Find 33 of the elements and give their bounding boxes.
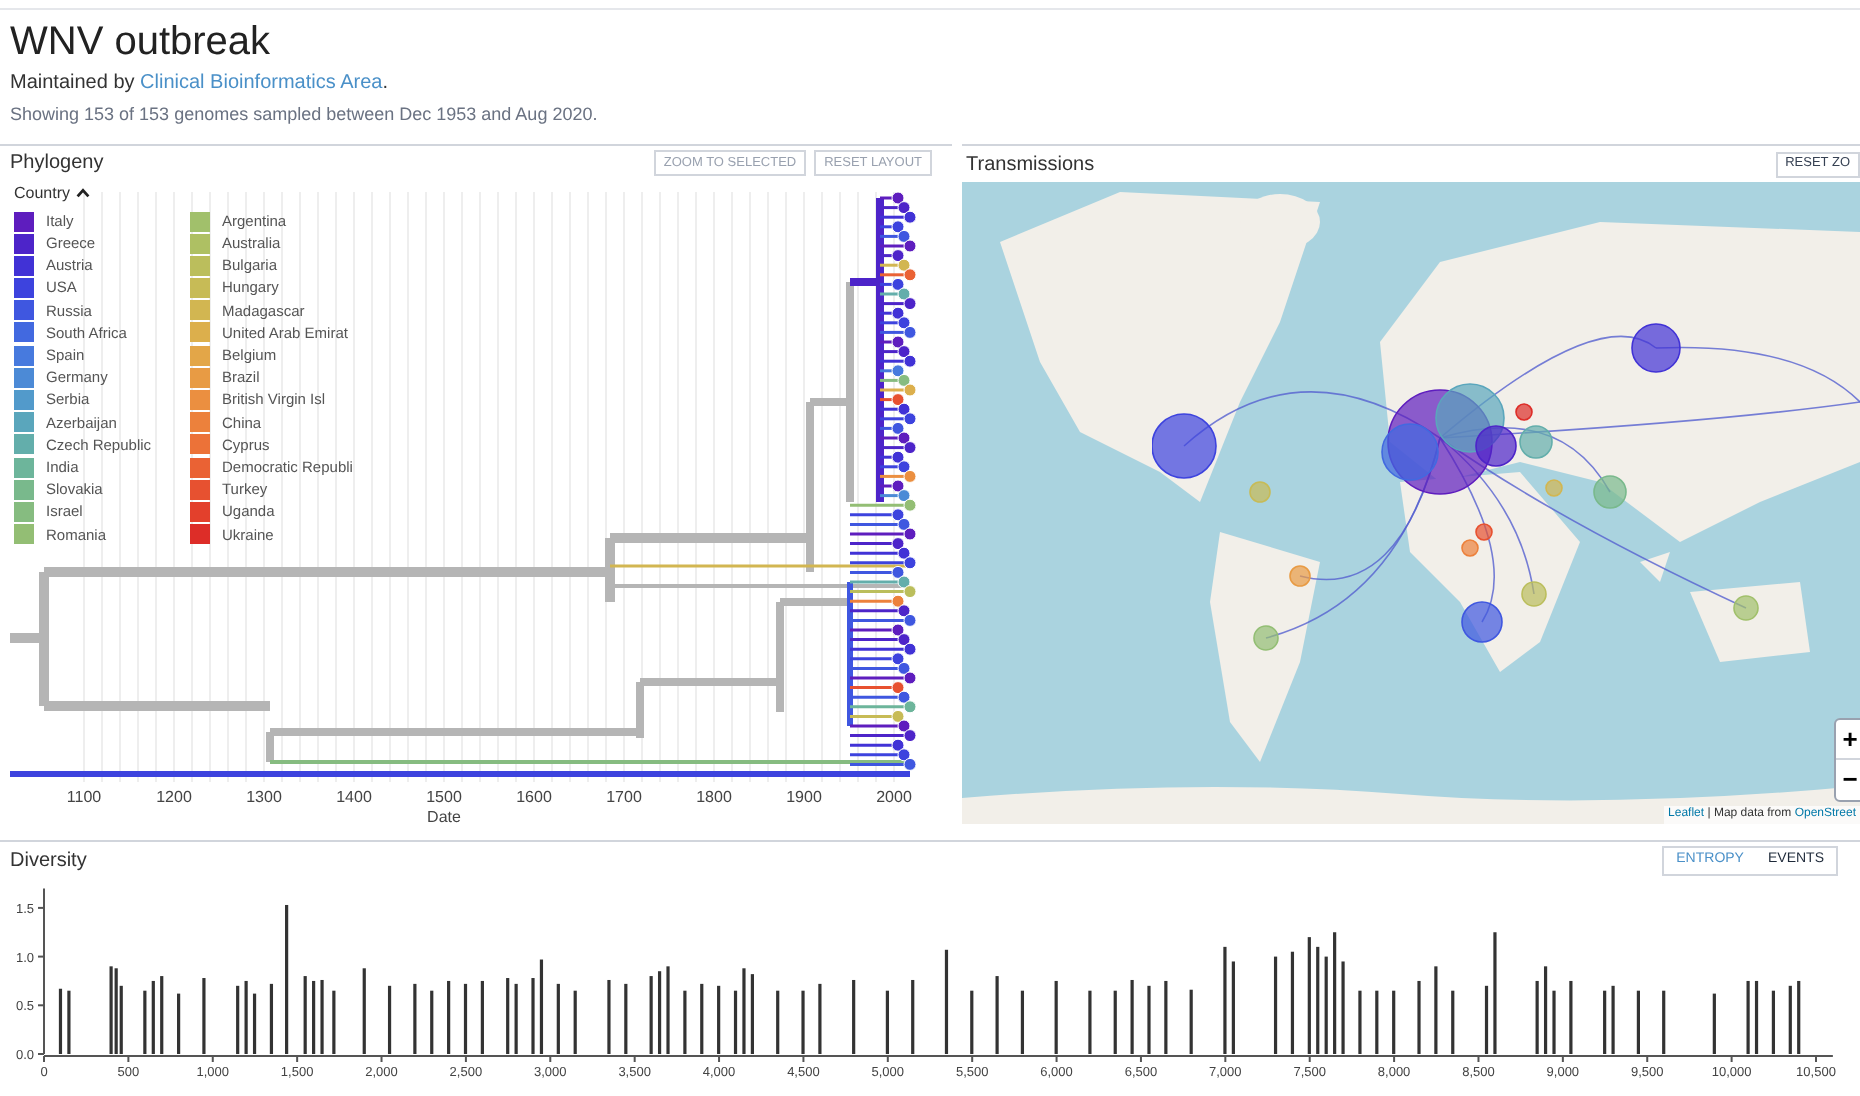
tick-label: 1800 (696, 787, 732, 806)
zoom-in-button[interactable]: + (1836, 720, 1860, 760)
entropy-bar[interactable] (387, 985, 392, 1054)
entropy-bar[interactable] (58, 988, 63, 1054)
panel-title: Phylogeny (10, 150, 104, 179)
tick-label: 2000 (876, 787, 912, 806)
entropy-bar[interactable] (1484, 985, 1489, 1054)
tick-label: 1700 (606, 787, 642, 806)
tick-label: 1500 (426, 787, 462, 806)
tick-label: 1600 (516, 787, 552, 806)
tick-label: 1900 (786, 787, 822, 806)
entropy-bar[interactable] (1273, 956, 1278, 1054)
entropy-bar[interactable] (733, 990, 738, 1054)
axis-label: Date (427, 807, 461, 826)
tick-label: 1100 (66, 787, 102, 806)
entropy-bar[interactable] (1754, 980, 1759, 1054)
entropy-bar[interactable] (1290, 951, 1295, 1054)
summary-text: Showing 153 of 153 genomes sampled between Dec 1953 and Aug 2020. (10, 102, 598, 126)
page-title: WNV outbreak (10, 18, 271, 68)
entropy-bar[interactable] (269, 983, 274, 1054)
tick-label: 1400 (336, 787, 372, 806)
panel-title: Transmissions (966, 151, 1095, 179)
caret-icon[interactable] (76, 188, 91, 199)
panel-title: Diversity (10, 847, 87, 875)
entropy-bar[interactable] (944, 949, 949, 1054)
entropy-bar[interactable] (539, 959, 544, 1054)
tick-label: 1300 (246, 787, 282, 806)
entropy-bar[interactable] (252, 993, 257, 1054)
legend-title: Country (14, 181, 71, 206)
tick-label: 1200 (156, 787, 192, 806)
entropy-bar[interactable] (463, 983, 468, 1054)
zoom-out-button[interactable]: − (1836, 760, 1860, 800)
maintainer-text: Maintained by Clinical Bioinformatics Area. (10, 70, 388, 96)
